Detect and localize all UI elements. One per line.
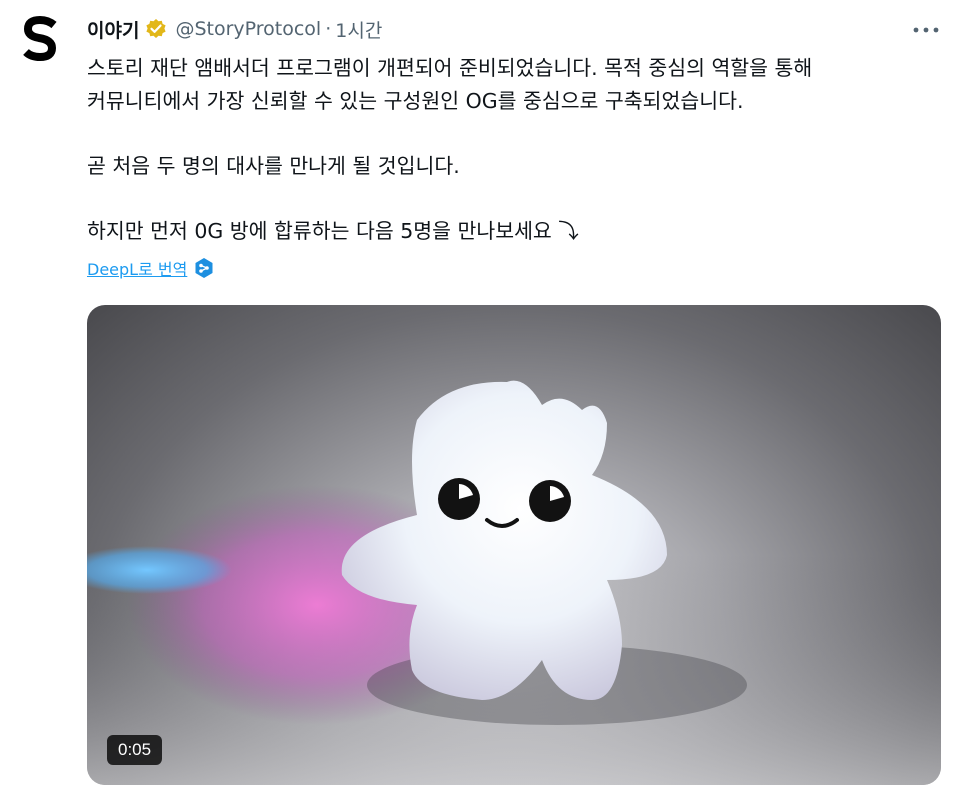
avatar[interactable] — [14, 12, 68, 66]
verified-badge-icon[interactable] — [145, 18, 167, 40]
more-button[interactable] — [911, 20, 941, 40]
text-line: 커뮤니티에서 가장 신뢰할 수 있는 구성원인 OG를 중심으로 구축되었습니다… — [87, 89, 744, 113]
author-name[interactable]: 이야기 — [87, 16, 139, 43]
author-handle[interactable]: @StoryProtocol — [175, 18, 321, 40]
text-line: 곧 처음 두 명의 대사를 만나게 될 것입니다. — [87, 154, 460, 178]
translate-label[interactable]: DeepL로 번역 — [87, 256, 187, 280]
more-dots-icon — [913, 27, 939, 33]
post-time[interactable]: 1시간 — [335, 16, 382, 43]
text-line: 하지만 먼저 0G 방에 합류하는 다음 5명을 만나보세요 ⤵ — [87, 219, 579, 243]
tweet-text: 스토리 재단 앰배서더 프로그램이 개편되어 준비되었습니다. 목적 중심의 역… — [87, 52, 947, 248]
video-frame-image — [87, 380, 941, 785]
translate-link[interactable]: DeepL로 번역 — [87, 256, 215, 280]
video-player[interactable]: 0:05 — [87, 305, 941, 785]
separator-dot: · — [325, 18, 332, 40]
tweet-header: 이야기 @StoryProtocol · 1시간 — [87, 16, 939, 42]
text-line: 스토리 재단 앰배서더 프로그램이 개편되어 준비되었습니다. 목적 중심의 역… — [87, 56, 813, 80]
deepl-icon — [193, 257, 215, 279]
video-duration: 0:05 — [107, 735, 163, 765]
story-logo-icon — [23, 16, 57, 62]
